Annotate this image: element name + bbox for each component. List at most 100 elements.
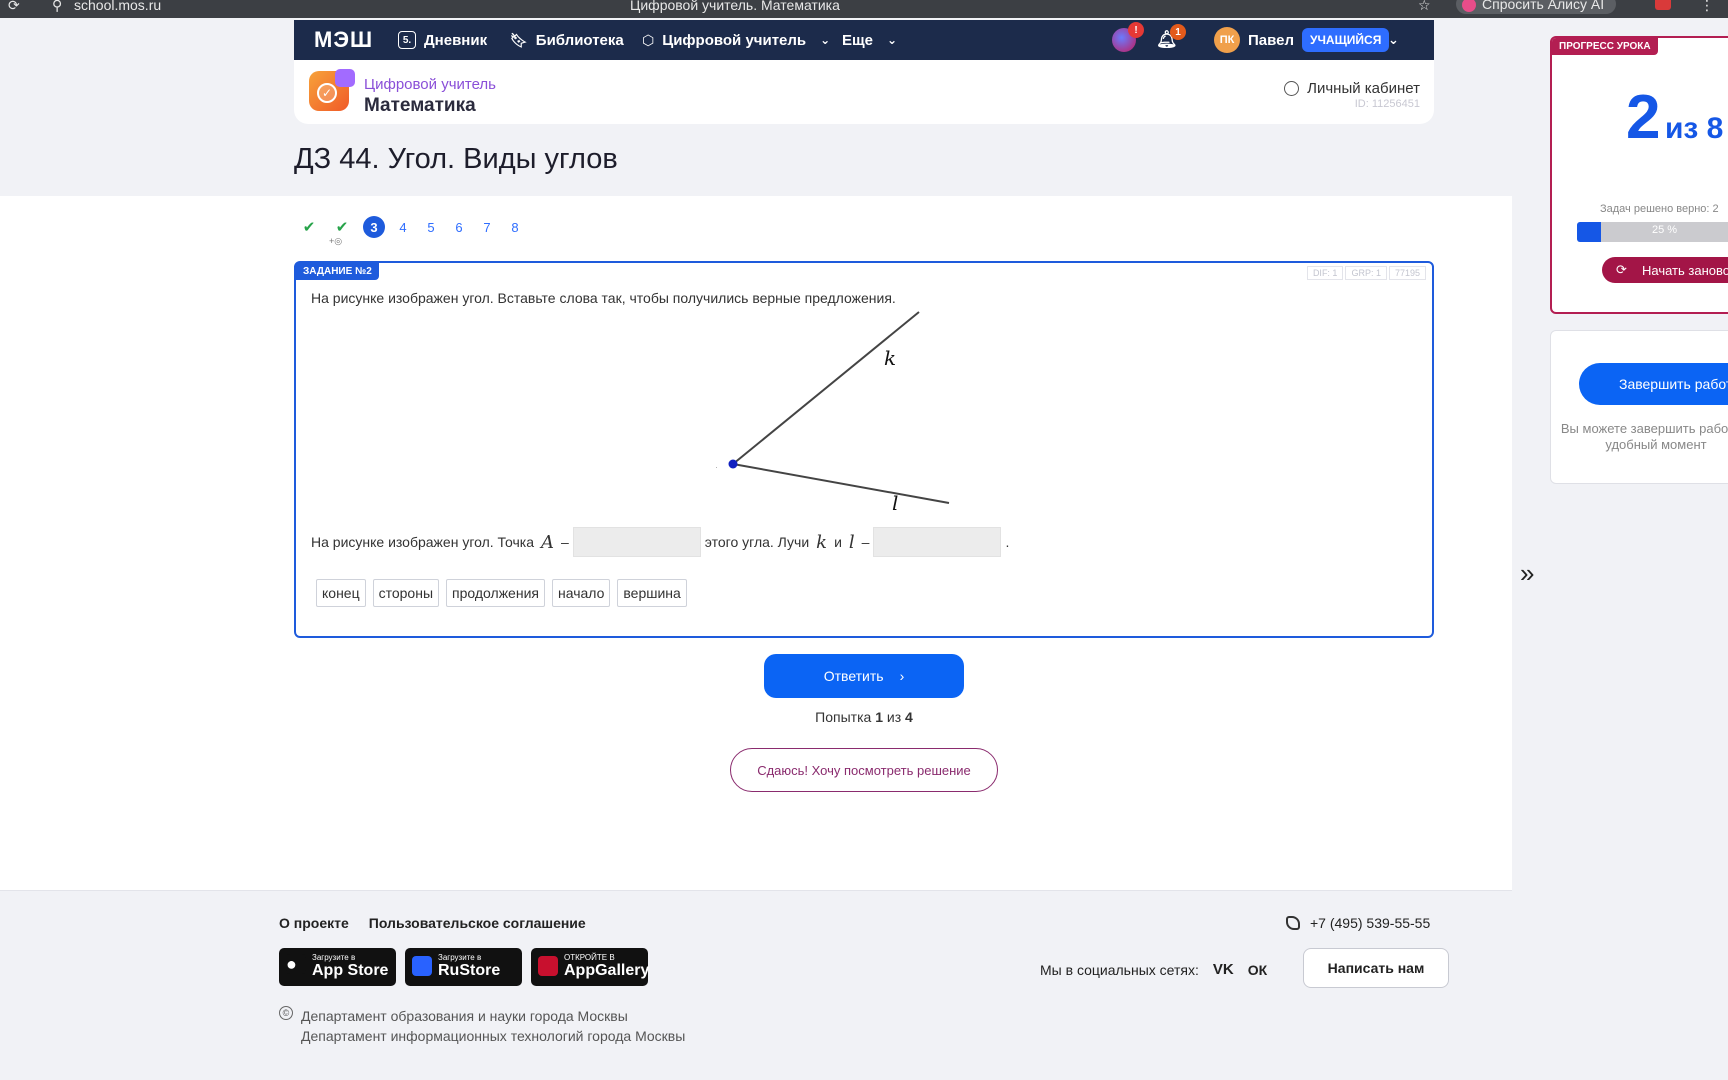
angle-figure: A k l <box>716 311 950 513</box>
progress-current: 2 <box>1626 83 1661 152</box>
progress-bar-fill <box>1577 222 1601 242</box>
footer-phone[interactable]: +7 (495) 539-55-55 <box>1286 915 1430 931</box>
social-links: Мы в социальных сетях: VK ОК <box>1040 961 1267 978</box>
step-7[interactable]: 7 <box>476 216 498 238</box>
user-name[interactable]: Павел <box>1248 20 1294 60</box>
ok-icon[interactable]: ОК <box>1248 962 1267 978</box>
user-icon <box>1284 81 1300 96</box>
answer-gap-2[interactable] <box>873 527 1002 557</box>
copyright-line-2: Департамент информационных технологий го… <box>301 1028 686 1044</box>
extension-icon[interactable] <box>1655 0 1671 10</box>
digital-teacher-logo[interactable]: ✓ <box>309 69 355 111</box>
app-store-badge[interactable]: ● Загрузите в App Store <box>279 948 396 986</box>
step-1[interactable]: ✔ <box>298 216 320 238</box>
alice-button[interactable]: Спросить Алису AI <box>1456 0 1617 15</box>
word-chip[interactable]: конец <box>316 579 366 607</box>
task-label: ЗАДАНИЕ №2 <box>296 263 379 280</box>
bell-icon[interactable]: 🔔︎ 1 <box>1156 20 1186 60</box>
answer-sentence: На рисунке изображен угол. Точка A – это… <box>311 527 1009 557</box>
user-menu-chevron-icon[interactable]: ⌄ <box>1388 20 1399 60</box>
attempt-current: 1 <box>875 709 883 725</box>
sentence-and: и <box>834 534 842 550</box>
task-card: ЗАДАНИЕ №2 DIF: 1 GRP: 1 77195 На рисунк… <box>294 261 1434 638</box>
step-5[interactable]: 5 <box>420 216 442 238</box>
collapse-sidebar-icon[interactable]: » <box>1520 558 1534 589</box>
agreement-link[interactable]: Пользовательское соглашение <box>369 915 586 931</box>
personal-cabinet-label: Личный кабинет <box>1307 80 1420 97</box>
mesh-logo[interactable]: МЭШ <box>314 20 373 60</box>
step-6[interactable]: 6 <box>448 216 470 238</box>
task-meta: DIF: 1 GRP: 1 77195 <box>1306 266 1426 280</box>
role-badge: УЧАЩИЙСЯ <box>1302 28 1390 52</box>
word-chip[interactable]: вершина <box>617 579 687 607</box>
reload-icon[interactable]: ⟳ <box>8 0 20 14</box>
store-big: RuStore <box>438 962 501 979</box>
give-up-button[interactable]: Сдаюсь! Хочу посмотреть решение <box>730 748 998 792</box>
step-3-current[interactable]: 3 <box>363 216 385 238</box>
answer-button[interactable]: Ответить › <box>764 654 964 698</box>
sentence-dash2: – <box>861 534 870 550</box>
nav-diary[interactable]: 5. Дневник <box>398 20 487 60</box>
ray-k <box>732 311 920 465</box>
word-chip[interactable]: начало <box>551 579 611 607</box>
apps-notification-icon[interactable]: ! <box>1112 22 1144 52</box>
bookmark-star-icon[interactable]: ☆ <box>1418 0 1431 14</box>
var-k: k <box>816 531 828 553</box>
site-info-icon[interactable]: ⚲ <box>52 0 62 14</box>
about-link[interactable]: О проекте <box>279 915 349 931</box>
word-chip[interactable]: стороны <box>372 579 440 607</box>
word-chip[interactable]: продолжения <box>446 579 545 607</box>
nav-diary-label: Дневник <box>424 31 488 49</box>
vertex-label: A <box>716 449 717 473</box>
store-small: ОТКРОЙТЕ В <box>564 953 615 962</box>
copyright-icon: © <box>279 1006 293 1020</box>
finish-card: Завершить работу Вы можете завершить раб… <box>1550 330 1728 484</box>
chart-icon <box>335 69 355 87</box>
address-bar[interactable]: school.mos.ru <box>74 0 161 13</box>
cube-icon: ⬡ <box>642 31 655 48</box>
progress-total: из 8 <box>1664 112 1724 145</box>
personal-cabinet-link[interactable]: Личный кабинет <box>1284 80 1420 97</box>
avatar[interactable]: ПК <box>1214 27 1240 53</box>
restart-button[interactable]: ⟳ Начать заново <box>1602 257 1728 283</box>
step-2[interactable]: ✔ <box>331 216 353 238</box>
diary-icon: 5. <box>398 31 416 49</box>
finish-work-button[interactable]: Завершить работу <box>1579 363 1728 405</box>
tab-title: Цифровой учитель. Математика <box>630 0 840 13</box>
nav-library-label: Библиотека <box>535 31 624 49</box>
footer-links: О проекте Пользовательское соглашение <box>279 915 586 931</box>
rustore-badge[interactable]: Загрузите в RuStore <box>405 948 522 986</box>
footer: О проекте Пользовательское соглашение +7… <box>0 890 1512 1080</box>
appgallery-badge[interactable]: ОТКРОЙТЕ В AppGallery <box>531 948 649 986</box>
attempt-prefix: Попытка <box>815 709 872 725</box>
restart-label: Начать заново <box>1642 262 1728 278</box>
notification-badge: ! <box>1128 22 1144 38</box>
vk-icon[interactable]: VK <box>1213 961 1234 978</box>
phone-number: +7 (495) 539-55-55 <box>1310 915 1431 931</box>
var-l: l <box>848 531 855 553</box>
sentence-part1: На рисунке изображен угол. Точка <box>311 534 534 550</box>
progress-count: 2 из 8 <box>1626 82 1723 153</box>
nav-more[interactable]: Еще ⌄ <box>842 20 897 60</box>
page-title: ДЗ 44. Угол. Виды углов <box>294 143 618 175</box>
store-badges: ● Загрузите в App Store Загрузите в RuSt… <box>279 948 649 986</box>
solved-label: Задач решено верно: 2 <box>1600 203 1719 215</box>
nav-more-label: Еще <box>842 31 874 49</box>
chevron-down-icon: ⌄ <box>820 33 831 47</box>
bookmark-icon: 🔖︎ <box>510 31 528 48</box>
write-us-button[interactable]: Написать нам <box>1303 948 1449 988</box>
alice-label: Спросить Алису AI <box>1482 0 1605 12</box>
step-8[interactable]: 8 <box>504 216 526 238</box>
answer-button-label: Ответить <box>823 668 884 684</box>
browser-menu-icon[interactable]: ⋮ <box>1700 0 1714 14</box>
sentence-end: . <box>1005 534 1010 550</box>
step-4[interactable]: 4 <box>392 216 414 238</box>
attempt-of: из <box>886 709 902 725</box>
progress-tag: ПРОГРЕСС УРОКА <box>1552 38 1658 55</box>
lesson-progress-card: ПРОГРЕСС УРОКА 2 из 8 Задач решено верно… <box>1550 36 1728 314</box>
nav-library[interactable]: 🔖︎ Библиотека <box>510 20 624 60</box>
ray-k-label: k <box>884 346 896 370</box>
vertex-point <box>728 459 738 469</box>
nav-digital-teacher[interactable]: ⬡ Цифровой учитель ⌄ <box>642 20 830 60</box>
answer-gap-1[interactable] <box>572 527 701 557</box>
